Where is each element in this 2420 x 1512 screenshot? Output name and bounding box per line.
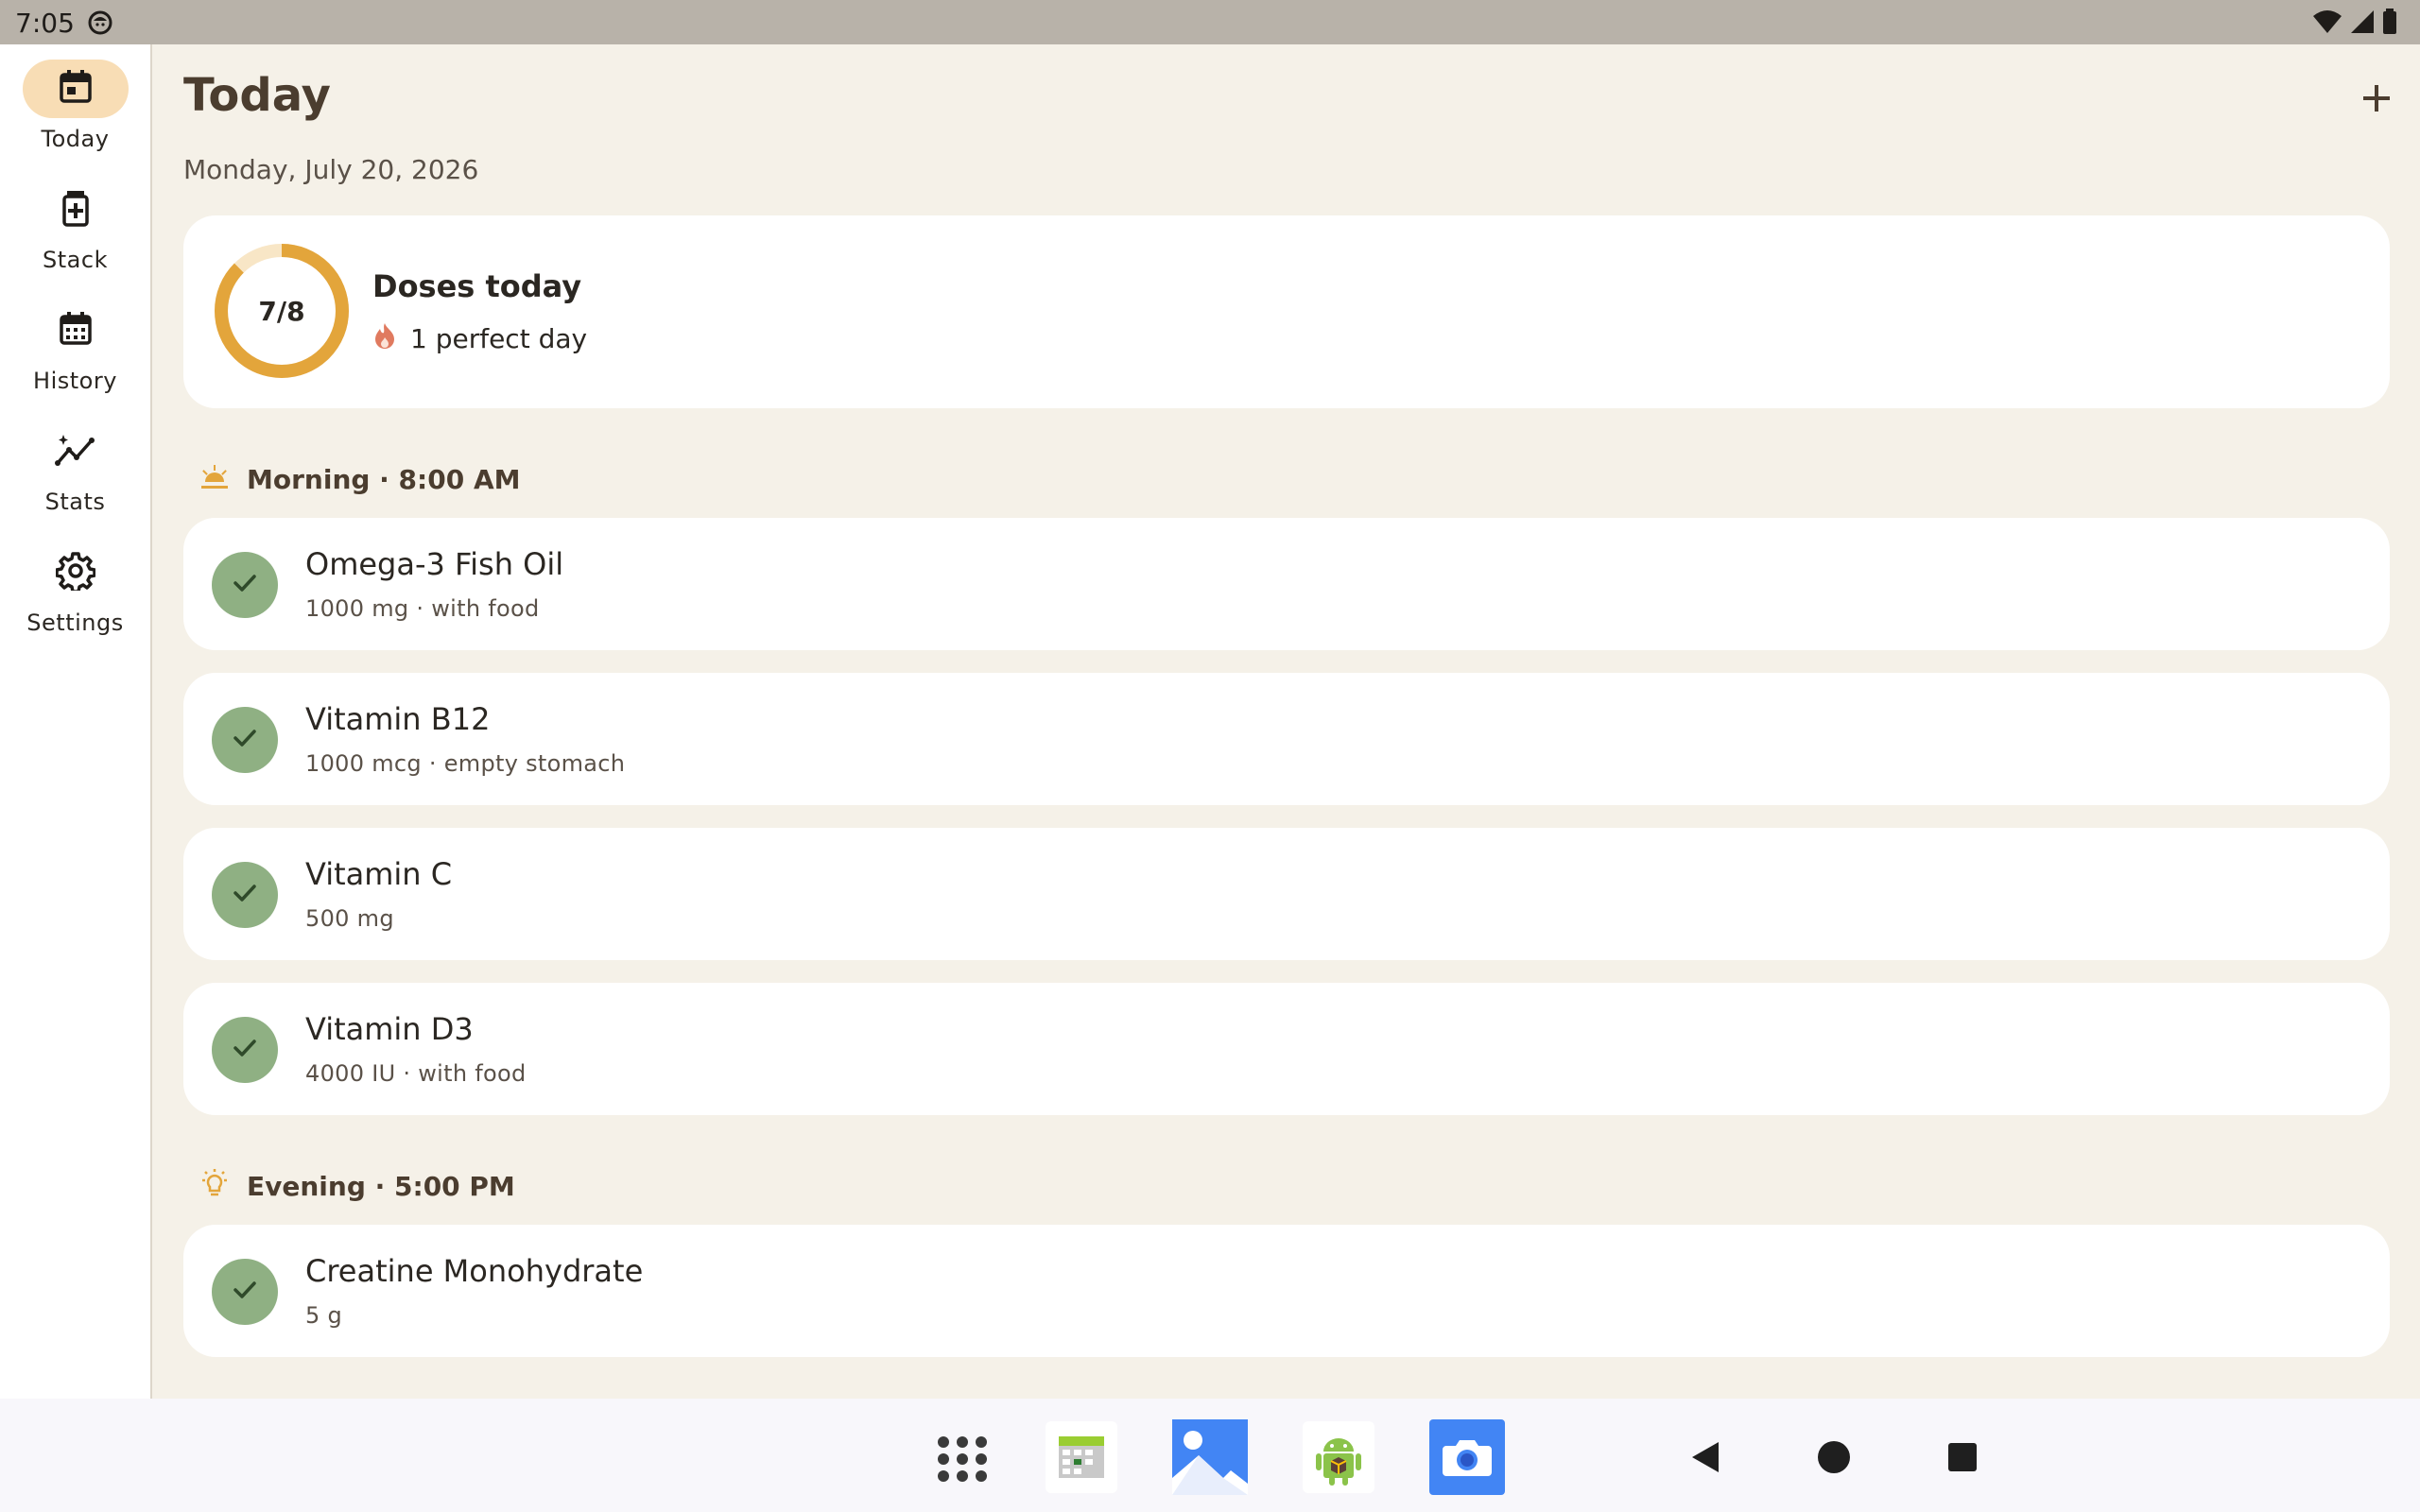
gear-icon — [54, 551, 96, 594]
taken-check-button[interactable] — [212, 862, 278, 928]
status-bar: 7:05 — [0, 0, 2420, 44]
wifi-icon — [2312, 9, 2342, 39]
page-title: Today — [183, 69, 331, 122]
dose-detail: 5 g — [305, 1302, 343, 1329]
calendar-today-icon — [57, 68, 95, 110]
dose-card[interactable]: Creatine Monohydrate 5 g — [183, 1225, 2390, 1357]
nav-label-history: History — [33, 368, 117, 394]
section-title-evening: Evening · 5:00 PM — [247, 1171, 515, 1202]
calendar-month-icon — [57, 310, 95, 352]
nav-item-today[interactable]: Today — [0, 60, 150, 173]
dose-detail: 500 mg — [305, 905, 394, 932]
calendar-app-icon[interactable] — [1044, 1419, 1119, 1495]
nav-label-stack: Stack — [43, 247, 108, 273]
signal-icon — [2350, 9, 2375, 39]
nav-label-stats: Stats — [44, 489, 106, 515]
notification-icon — [87, 9, 113, 36]
taken-check-button[interactable] — [212, 1017, 278, 1083]
check-icon — [229, 567, 261, 603]
medication-icon — [57, 189, 95, 231]
dose-detail: 1000 mcg · empty stomach — [305, 750, 626, 777]
streak-row: 1 perfect day — [372, 321, 587, 356]
add-button[interactable] — [2353, 77, 2400, 124]
check-icon — [229, 722, 261, 758]
nav-label-today: Today — [41, 126, 110, 152]
dose-name: Omega-3 Fish Oil — [305, 546, 564, 582]
recents-icon[interactable] — [1925, 1419, 2000, 1495]
progress-count: 7/8 — [258, 295, 305, 327]
sunrise-icon — [199, 461, 230, 498]
dose-detail: 4000 IU · with food — [305, 1060, 527, 1087]
doses-summary-card: 7/8 Doses today 1 perfect day — [183, 215, 2390, 408]
check-icon — [229, 877, 261, 913]
nav-item-stats[interactable]: Stats — [0, 422, 150, 536]
lightbulb-icon — [199, 1168, 230, 1205]
taken-check-button[interactable] — [212, 552, 278, 618]
page-date: Monday, July 20, 2026 — [183, 154, 479, 185]
section-header-morning: Morning · 8:00 AM — [199, 461, 520, 498]
summary-title: Doses today — [372, 268, 582, 304]
navigation-rail: Today Stack History Stats Settings — [0, 44, 152, 1399]
main-content: Today Monday, July 20, 2026 7/8 Doses to… — [154, 44, 2420, 1399]
dose-card[interactable]: Vitamin B12 1000 mcg · empty stomach — [183, 673, 2390, 805]
insights-icon — [54, 431, 97, 472]
dose-card[interactable]: Vitamin C 500 mg — [183, 828, 2390, 960]
camera-app-icon[interactable] — [1429, 1419, 1505, 1495]
dose-card[interactable]: Omega-3 Fish Oil 1000 mg · with food — [183, 518, 2390, 650]
plus-icon — [2360, 82, 2393, 118]
gallery-app-icon[interactable] — [1172, 1419, 1248, 1495]
nav-label-settings: Settings — [26, 610, 124, 636]
check-icon — [229, 1032, 261, 1068]
home-icon[interactable] — [1796, 1419, 1872, 1495]
dose-name: Vitamin D3 — [305, 1011, 474, 1047]
nav-item-history[interactable]: History — [0, 301, 150, 415]
android-app-icon[interactable] — [1301, 1419, 1376, 1495]
streak-text: 1 perfect day — [410, 323, 588, 354]
dose-name: Vitamin B12 — [305, 701, 491, 737]
check-icon — [229, 1274, 261, 1310]
flame-icon — [372, 321, 397, 356]
dose-detail: 1000 mg · with food — [305, 595, 540, 622]
section-title-morning: Morning · 8:00 AM — [247, 464, 521, 495]
dose-card[interactable]: Vitamin D3 4000 IU · with food — [183, 983, 2390, 1115]
status-time: 7:05 — [15, 8, 75, 39]
dose-name: Creatine Monohydrate — [305, 1253, 644, 1289]
nav-item-settings[interactable]: Settings — [0, 543, 150, 657]
dose-name: Vitamin C — [305, 856, 453, 892]
system-taskbar — [0, 1399, 2420, 1512]
taken-check-button[interactable] — [212, 707, 278, 773]
taken-check-button[interactable] — [212, 1259, 278, 1325]
battery-icon — [2382, 9, 2397, 39]
nav-item-stack[interactable]: Stack — [0, 180, 150, 294]
back-icon[interactable] — [1668, 1419, 1743, 1495]
nav-active-indicator — [22, 60, 129, 118]
app-drawer-icon[interactable] — [925, 1419, 1000, 1495]
section-header-evening: Evening · 5:00 PM — [199, 1168, 515, 1205]
